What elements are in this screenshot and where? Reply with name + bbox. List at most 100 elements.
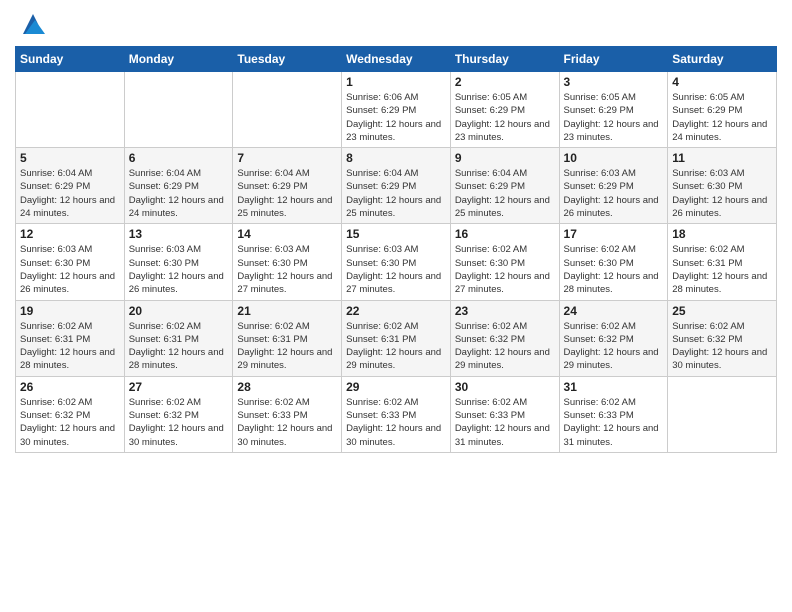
day-number: 24: [564, 304, 664, 318]
calendar-cell: 4 Sunrise: 6:05 AM Sunset: 6:29 PM Daylig…: [668, 72, 777, 148]
day-number: 30: [455, 380, 555, 394]
calendar-cell: 6 Sunrise: 6:04 AM Sunset: 6:29 PM Daylig…: [124, 148, 233, 224]
calendar-cell: [124, 72, 233, 148]
day-info: Sunrise: 6:03 AM Sunset: 6:30 PM Dayligh…: [129, 243, 229, 296]
day-number: 13: [129, 227, 229, 241]
calendar-cell: 1 Sunrise: 6:06 AM Sunset: 6:29 PM Daylig…: [342, 72, 451, 148]
day-number: 23: [455, 304, 555, 318]
day-info: Sunrise: 6:02 AM Sunset: 6:32 PM Dayligh…: [20, 396, 120, 449]
day-number: 9: [455, 151, 555, 165]
day-info: Sunrise: 6:03 AM Sunset: 6:29 PM Dayligh…: [564, 167, 664, 220]
weekday-header-friday: Friday: [559, 47, 668, 72]
calendar-cell: [668, 376, 777, 452]
calendar-cell: 7 Sunrise: 6:04 AM Sunset: 6:29 PM Daylig…: [233, 148, 342, 224]
header: [15, 10, 777, 38]
day-number: 22: [346, 304, 446, 318]
weekday-header-wednesday: Wednesday: [342, 47, 451, 72]
day-info: Sunrise: 6:03 AM Sunset: 6:30 PM Dayligh…: [672, 167, 772, 220]
calendar-cell: 22Sunrise: 6:02 AM Sunset: 6:31 PM Dayli…: [342, 300, 451, 376]
calendar-cell: 31Sunrise: 6:02 AM Sunset: 6:33 PM Dayli…: [559, 376, 668, 452]
day-number: 28: [237, 380, 337, 394]
calendar-cell: 19Sunrise: 6:02 AM Sunset: 6:31 PM Dayli…: [16, 300, 125, 376]
calendar-week-row: 1 Sunrise: 6:06 AM Sunset: 6:29 PM Daylig…: [16, 72, 777, 148]
day-number: 26: [20, 380, 120, 394]
day-number: 11: [672, 151, 772, 165]
calendar-cell: 17 Sunrise: 6:02 AM Sunset: 6:30 PM Dayli…: [559, 224, 668, 300]
day-info: Sunrise: 6:04 AM Sunset: 6:29 PM Dayligh…: [129, 167, 229, 220]
day-number: 3: [564, 75, 664, 89]
day-number: 25: [672, 304, 772, 318]
day-number: 4: [672, 75, 772, 89]
calendar-week-row: 5 Sunrise: 6:04 AM Sunset: 6:29 PM Daylig…: [16, 148, 777, 224]
day-number: 29: [346, 380, 446, 394]
day-number: 14: [237, 227, 337, 241]
page: SundayMondayTuesdayWednesdayThursdayFrid…: [0, 0, 792, 612]
calendar-cell: 11 Sunrise: 6:03 AM Sunset: 6:30 PM Dayli…: [668, 148, 777, 224]
calendar-cell: 18 Sunrise: 6:02 AM Sunset: 6:31 PM Dayli…: [668, 224, 777, 300]
day-info: Sunrise: 6:02 AM Sunset: 6:32 PM Dayligh…: [672, 320, 772, 373]
day-info: Sunrise: 6:05 AM Sunset: 6:29 PM Dayligh…: [455, 91, 555, 144]
day-info: Sunrise: 6:05 AM Sunset: 6:29 PM Dayligh…: [564, 91, 664, 144]
day-number: 17: [564, 227, 664, 241]
day-info: Sunrise: 6:02 AM Sunset: 6:31 PM Dayligh…: [237, 320, 337, 373]
day-info: Sunrise: 6:02 AM Sunset: 6:33 PM Dayligh…: [237, 396, 337, 449]
calendar-cell: 2 Sunrise: 6:05 AM Sunset: 6:29 PM Daylig…: [450, 72, 559, 148]
day-info: Sunrise: 6:02 AM Sunset: 6:30 PM Dayligh…: [564, 243, 664, 296]
day-info: Sunrise: 6:02 AM Sunset: 6:31 PM Dayligh…: [672, 243, 772, 296]
day-info: Sunrise: 6:03 AM Sunset: 6:30 PM Dayligh…: [346, 243, 446, 296]
day-number: 15: [346, 227, 446, 241]
calendar-cell: [16, 72, 125, 148]
day-number: 7: [237, 151, 337, 165]
day-number: 27: [129, 380, 229, 394]
day-info: Sunrise: 6:02 AM Sunset: 6:32 PM Dayligh…: [564, 320, 664, 373]
day-info: Sunrise: 6:06 AM Sunset: 6:29 PM Dayligh…: [346, 91, 446, 144]
day-info: Sunrise: 6:02 AM Sunset: 6:32 PM Dayligh…: [129, 396, 229, 449]
day-info: Sunrise: 6:02 AM Sunset: 6:33 PM Dayligh…: [346, 396, 446, 449]
calendar-cell: 30 Sunrise: 6:02 AM Sunset: 6:33 PM Dayli…: [450, 376, 559, 452]
day-info: Sunrise: 6:03 AM Sunset: 6:30 PM Dayligh…: [237, 243, 337, 296]
day-info: Sunrise: 6:02 AM Sunset: 6:30 PM Dayligh…: [455, 243, 555, 296]
calendar-cell: 10 Sunrise: 6:03 AM Sunset: 6:29 PM Dayli…: [559, 148, 668, 224]
weekday-header-monday: Monday: [124, 47, 233, 72]
day-number: 1: [346, 75, 446, 89]
calendar-cell: 25 Sunrise: 6:02 AM Sunset: 6:32 PM Dayli…: [668, 300, 777, 376]
day-number: 8: [346, 151, 446, 165]
weekday-header-thursday: Thursday: [450, 47, 559, 72]
calendar-cell: 21 Sunrise: 6:02 AM Sunset: 6:31 PM Dayli…: [233, 300, 342, 376]
calendar-cell: 29 Sunrise: 6:02 AM Sunset: 6:33 PM Dayli…: [342, 376, 451, 452]
calendar-cell: 5 Sunrise: 6:04 AM Sunset: 6:29 PM Daylig…: [16, 148, 125, 224]
day-info: Sunrise: 6:02 AM Sunset: 6:31 PM Dayligh…: [129, 320, 229, 373]
day-info: Sunrise: 6:02 AM Sunset: 6:33 PM Dayligh…: [455, 396, 555, 449]
day-number: 21: [237, 304, 337, 318]
day-number: 18: [672, 227, 772, 241]
day-number: 20: [129, 304, 229, 318]
day-info: Sunrise: 6:04 AM Sunset: 6:29 PM Dayligh…: [237, 167, 337, 220]
day-info: Sunrise: 6:02 AM Sunset: 6:33 PM Dayligh…: [564, 396, 664, 449]
calendar-cell: 26 Sunrise: 6:02 AM Sunset: 6:32 PM Dayli…: [16, 376, 125, 452]
calendar-cell: 13 Sunrise: 6:03 AM Sunset: 6:30 PM Dayli…: [124, 224, 233, 300]
day-number: 2: [455, 75, 555, 89]
calendar-week-row: 19Sunrise: 6:02 AM Sunset: 6:31 PM Dayli…: [16, 300, 777, 376]
calendar-cell: 14 Sunrise: 6:03 AM Sunset: 6:30 PM Dayli…: [233, 224, 342, 300]
day-number: 12: [20, 227, 120, 241]
day-number: 5: [20, 151, 120, 165]
calendar-week-row: 26 Sunrise: 6:02 AM Sunset: 6:32 PM Dayli…: [16, 376, 777, 452]
calendar-cell: 12Sunrise: 6:03 AM Sunset: 6:30 PM Dayli…: [16, 224, 125, 300]
day-info: Sunrise: 6:02 AM Sunset: 6:31 PM Dayligh…: [20, 320, 120, 373]
calendar-cell: 27 Sunrise: 6:02 AM Sunset: 6:32 PM Dayli…: [124, 376, 233, 452]
calendar-cell: 8Sunrise: 6:04 AM Sunset: 6:29 PM Daylig…: [342, 148, 451, 224]
day-number: 10: [564, 151, 664, 165]
weekday-header-tuesday: Tuesday: [233, 47, 342, 72]
calendar-cell: 15 Sunrise: 6:03 AM Sunset: 6:30 PM Dayli…: [342, 224, 451, 300]
day-number: 16: [455, 227, 555, 241]
calendar-cell: 20 Sunrise: 6:02 AM Sunset: 6:31 PM Dayli…: [124, 300, 233, 376]
day-info: Sunrise: 6:05 AM Sunset: 6:29 PM Dayligh…: [672, 91, 772, 144]
day-number: 6: [129, 151, 229, 165]
calendar-cell: 3 Sunrise: 6:05 AM Sunset: 6:29 PM Daylig…: [559, 72, 668, 148]
calendar-cell: 9 Sunrise: 6:04 AM Sunset: 6:29 PM Daylig…: [450, 148, 559, 224]
calendar-cell: 24 Sunrise: 6:02 AM Sunset: 6:32 PM Dayli…: [559, 300, 668, 376]
day-info: Sunrise: 6:04 AM Sunset: 6:29 PM Dayligh…: [20, 167, 120, 220]
logo: [15, 10, 47, 38]
day-info: Sunrise: 6:04 AM Sunset: 6:29 PM Dayligh…: [455, 167, 555, 220]
calendar-cell: [233, 72, 342, 148]
